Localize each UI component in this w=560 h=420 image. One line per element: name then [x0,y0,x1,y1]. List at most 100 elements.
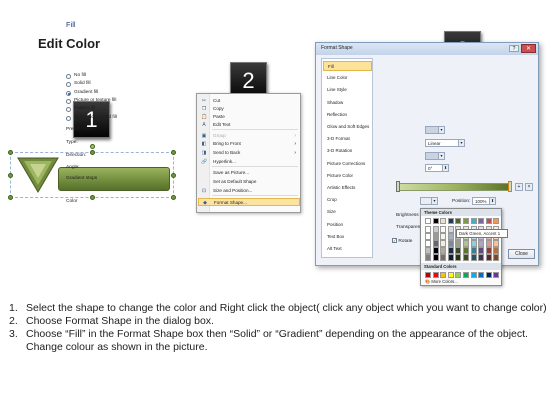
theme-color-swatch[interactable] [470,254,477,261]
standard-color-swatch[interactable] [478,272,485,278]
standard-color-swatch[interactable] [470,272,477,278]
theme-color-swatch[interactable] [493,218,500,224]
radio-picture-or-texture-fill[interactable]: Picture or texture fill [66,98,136,105]
menu-item-cut[interactable]: ✂ Cut [198,97,300,105]
theme-color-swatch[interactable] [425,233,431,240]
theme-color-swatch[interactable] [447,254,454,261]
category-alt-text[interactable]: Alt Text [323,244,372,254]
theme-color-swatch[interactable] [478,218,485,224]
theme-color-swatch[interactable] [493,240,500,247]
close-button[interactable]: Close [508,249,535,259]
radio-slide-background-fill[interactable]: Slide background fill [66,115,136,122]
radio-no-fill[interactable]: No fill [66,73,136,80]
category-size[interactable]: Size [323,207,372,217]
resize-handle[interactable] [8,150,13,155]
resize-handle[interactable] [171,173,176,178]
theme-color-swatch[interactable] [470,247,477,254]
theme-color-swatch[interactable] [425,240,431,247]
theme-color-swatch[interactable] [447,218,454,224]
theme-color-swatch[interactable] [425,247,431,254]
theme-color-swatch[interactable] [432,226,439,233]
theme-color-swatch[interactable] [432,247,439,254]
preset-colors-dropdown[interactable]: ▾ [425,126,445,134]
radio-gradient-fill[interactable]: Gradient fill [66,90,136,97]
category-artistic-effects[interactable]: Artistic Effects [323,183,372,193]
theme-color-swatch[interactable] [440,254,447,261]
gradient-stop-handle[interactable] [508,181,512,192]
resize-handle[interactable] [8,195,13,200]
menu-item-copy[interactable]: ❐ Copy [198,105,300,113]
standard-color-swatch[interactable] [485,272,492,278]
help-button[interactable]: ? [509,45,519,52]
theme-color-swatch[interactable] [463,240,469,247]
theme-color-swatch[interactable] [478,247,485,254]
theme-color-swatch[interactable] [463,247,469,254]
theme-color-swatch[interactable] [425,226,431,233]
theme-color-swatch[interactable] [455,240,462,247]
resize-handle[interactable] [171,195,176,200]
close-icon[interactable]: ✕ [521,44,536,53]
theme-color-swatch[interactable] [447,233,454,240]
theme-color-swatch[interactable] [440,240,447,247]
resize-handle[interactable] [171,150,176,155]
theme-color-swatch[interactable] [432,218,439,224]
category-line-color[interactable]: Line Color [323,73,372,83]
theme-color-swatch[interactable] [470,218,477,224]
theme-color-swatch[interactable] [440,218,447,224]
theme-color-swatch[interactable] [425,218,431,224]
theme-color-swatch[interactable] [440,247,447,254]
standard-color-swatch[interactable] [455,272,462,278]
category-position[interactable]: Position [323,220,372,230]
rotate-checkbox[interactable]: ✓ Rotate [392,238,412,244]
menu-item-save-as-picture[interactable]: Save as Picture... [198,169,300,177]
add-stop-icon[interactable]: + [515,183,523,191]
menu-item-set-as-default-shape[interactable]: Set as Default Shape [198,178,300,186]
theme-color-swatch[interactable] [493,254,500,261]
theme-color-swatch[interactable] [447,247,454,254]
menu-item-format-shape[interactable]: ◆ Format Shape... [198,198,300,206]
position-input[interactable]: 100% ⬍ [472,197,496,205]
theme-color-swatch[interactable] [493,247,500,254]
angle-input[interactable]: 0° ⬍ [425,164,449,172]
menu-item-bring-to-front[interactable]: ◧ Bring to Front › [198,140,300,148]
theme-color-swatch[interactable] [425,254,431,261]
standard-color-swatch[interactable] [493,272,500,278]
category-3-d-format[interactable]: 3-D Format [323,134,372,144]
resize-handle[interactable] [8,173,13,178]
arrow-shape-icon[interactable] [16,156,60,194]
gradient-stop-handle[interactable] [396,181,400,192]
standard-color-swatch[interactable] [463,272,469,278]
category-picture-color[interactable]: Picture Color [323,171,372,181]
menu-item-hyperlink[interactable]: 🔗 Hyperlink... [198,158,300,166]
theme-color-swatch[interactable] [463,254,469,261]
rotation-handle[interactable] [90,144,95,149]
menu-item-paste[interactable]: 📋 Paste [198,113,300,121]
category-picture-corrections[interactable]: Picture Corrections [323,159,372,169]
category-glow-and-soft-edges[interactable]: Glow and Soft Edges [323,122,372,132]
menu-item-edit-text[interactable]: A Edit Text [198,121,300,129]
theme-color-swatch[interactable] [478,254,485,261]
theme-color-swatch[interactable] [485,240,492,247]
category-fill[interactable]: Fill [323,61,372,71]
theme-color-swatch[interactable] [455,247,462,254]
category-line-style[interactable]: Line Style [323,85,372,95]
radio-solid-fill[interactable]: Solid fill [66,81,136,88]
theme-color-swatch[interactable] [455,254,462,261]
direction-dropdown[interactable]: ▾ [425,152,445,160]
standard-color-swatch[interactable] [440,272,447,278]
theme-color-swatch[interactable] [470,240,477,247]
remove-stop-icon[interactable]: × [525,183,533,191]
menu-item-group[interactable]: ▣ Group › [198,132,300,140]
theme-color-swatch[interactable] [440,233,447,240]
resize-handle[interactable] [90,195,95,200]
theme-color-swatch[interactable] [432,233,439,240]
color-picker-button[interactable]: ▾ [420,197,438,205]
category-reflection[interactable]: Reflection [323,110,372,120]
theme-color-swatch[interactable] [485,218,492,224]
resize-handle[interactable] [90,150,95,155]
menu-item-send-to-back[interactable]: ◨ Send to Back › [198,149,300,157]
category-shadow[interactable]: Shadow [323,98,372,108]
standard-color-swatch[interactable] [425,272,431,278]
theme-color-swatch[interactable] [432,254,439,261]
theme-color-swatch[interactable] [478,240,485,247]
